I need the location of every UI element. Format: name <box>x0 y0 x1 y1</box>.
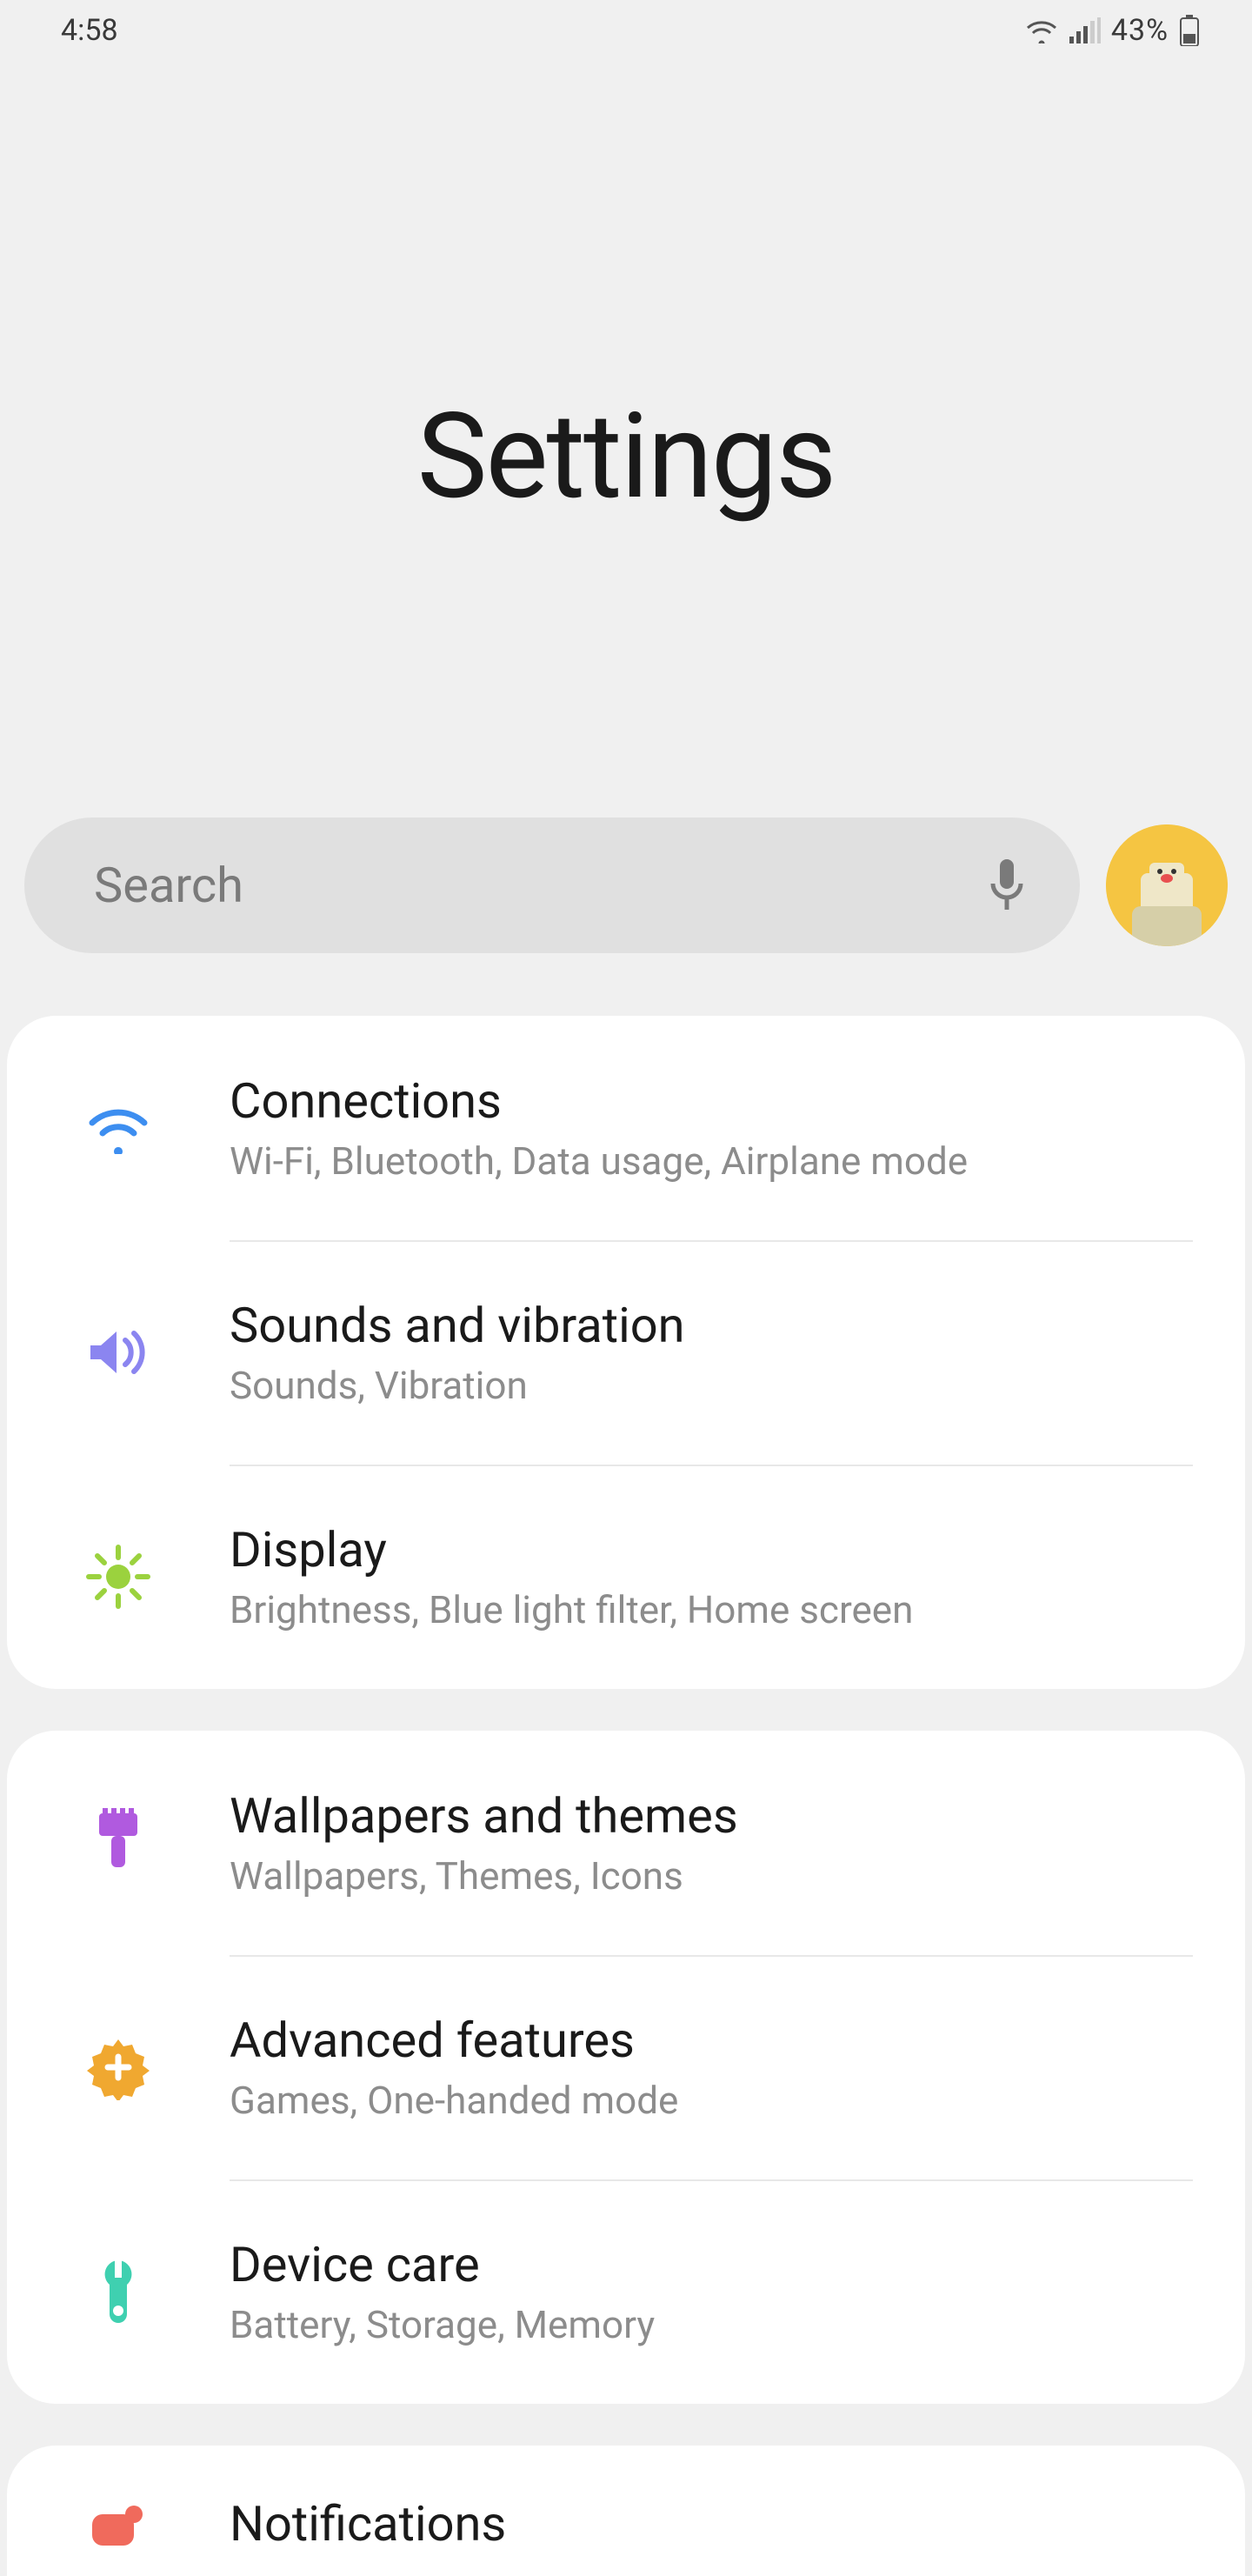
row-advanced-features[interactable]: Advanced features Games, One-handed mode <box>7 1955 1245 2179</box>
status-bar: 4:58 43% <box>0 0 1252 61</box>
row-subtitle: Brightness, Blue light filter, Home scre… <box>230 1587 1193 1632</box>
row-subtitle: Wallpapers, Themes, Icons <box>230 1853 1193 1899</box>
row-sounds-vibration[interactable]: Sounds and vibration Sounds, Vibration <box>7 1240 1245 1465</box>
row-subtitle: Games, One-handed mode <box>230 2078 1193 2123</box>
battery-percentage: 43% <box>1111 13 1169 48</box>
row-display[interactable]: Display Brightness, Blue light filter, H… <box>7 1465 1245 1689</box>
wrench-icon <box>7 2257 230 2326</box>
status-time: 4:58 <box>61 13 118 48</box>
search-row: Search <box>0 818 1252 953</box>
row-title: Advanced features <box>230 2012 1193 2069</box>
settings-group-2: Wallpapers and themes Wallpapers, Themes… <box>7 1731 1245 2404</box>
gear-plus-icon <box>7 2034 230 2100</box>
search-placeholder: Search <box>94 857 986 914</box>
row-title: Display <box>230 1521 1193 1578</box>
signal-icon <box>1069 17 1101 43</box>
row-connections[interactable]: Connections Wi-Fi, Bluetooth, Data usage… <box>7 1016 1245 1240</box>
row-subtitle: Wi-Fi, Bluetooth, Data usage, Airplane m… <box>230 1138 1193 1184</box>
notification-icon <box>7 2502 230 2554</box>
profile-avatar[interactable] <box>1106 824 1228 946</box>
wifi-icon <box>7 1102 230 1154</box>
wifi-status-icon <box>1024 17 1059 43</box>
row-device-care[interactable]: Device care Battery, Storage, Memory <box>7 2179 1245 2404</box>
status-right-cluster: 43% <box>1024 13 1200 48</box>
settings-group-1: Connections Wi-Fi, Bluetooth, Data usage… <box>7 1016 1245 1689</box>
brightness-icon <box>7 1542 230 1612</box>
microphone-icon[interactable] <box>986 856 1028 915</box>
row-wallpapers-themes[interactable]: Wallpapers and themes Wallpapers, Themes… <box>7 1731 1245 1955</box>
row-title: Wallpapers and themes <box>230 1787 1193 1845</box>
page-title: Settings <box>417 388 836 526</box>
sound-icon <box>7 1326 230 1378</box>
settings-group-3: Notifications <box>7 2446 1245 2576</box>
brush-icon <box>7 1808 230 1878</box>
row-title: Connections <box>230 1072 1193 1130</box>
row-title: Notifications <box>230 2495 1193 2553</box>
row-title: Device care <box>230 2236 1193 2293</box>
row-subtitle: Sounds, Vibration <box>230 1363 1193 1408</box>
search-input[interactable]: Search <box>24 818 1080 953</box>
row-subtitle: Battery, Storage, Memory <box>230 2302 1193 2347</box>
row-notifications[interactable]: Notifications <box>7 2446 1245 2576</box>
hero-area: Settings <box>0 61 1252 818</box>
battery-icon <box>1179 15 1200 46</box>
row-title: Sounds and vibration <box>230 1297 1193 1354</box>
